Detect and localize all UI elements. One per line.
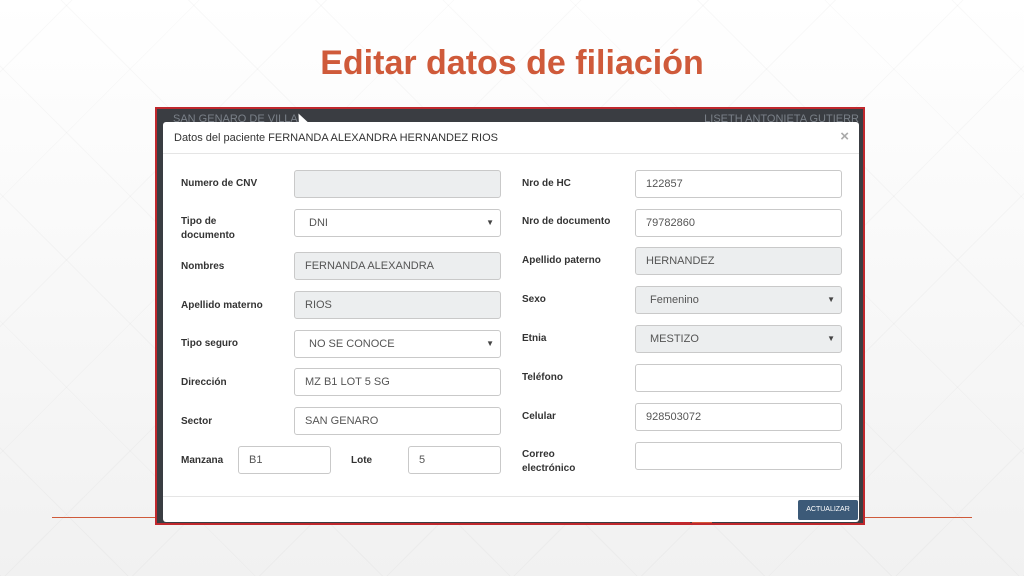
sexo-select[interactable]: Femenino ▼ [635,286,842,314]
chevron-down-icon: ▼ [486,218,494,227]
apellido-materno-label: Apellido materno [181,300,263,311]
screenshot-frame: SAN GENARO DE VILLA LISETH ANTONIETA GUT… [155,107,865,525]
nombres-field[interactable]: FERNANDA ALEXANDRA [294,252,501,280]
direccion-field[interactable]: MZ B1 LOT 5 SG [294,368,501,396]
manzana-label: Manzana [181,455,224,466]
numero-cnv-label: Numero de CNV [181,178,258,189]
etnia-value: MESTIZO [650,333,699,345]
chevron-down-icon: ▼ [486,339,494,348]
modal-footer-divider [163,496,859,497]
manzana-field[interactable]: B1 [238,446,331,474]
tipo-seguro-value: NO SE CONOCE [309,338,395,350]
celular-field[interactable]: 928503072 [635,403,842,431]
tipo-documento-label: Tipo de documento [181,215,235,243]
nro-documento-label: Nro de documento [522,216,611,227]
chevron-down-icon: ▼ [827,295,835,304]
slide-title: Editar datos de filiación [320,44,704,82]
correo-label-line2: electrónico [522,463,576,474]
chevron-down-icon: ▼ [827,334,835,343]
celular-label: Celular [522,411,556,422]
sexo-value: Femenino [650,294,699,306]
sector-label: Sector [181,416,213,427]
lote-label: Lote [351,455,373,466]
apellido-paterno-field[interactable]: HERNANDEZ [635,247,842,275]
modal-title: Datos del paciente FERNANDA ALEXANDRA HE… [174,132,499,144]
close-icon[interactable]: × [840,128,849,145]
modal-header: Datos del paciente FERNANDA ALEXANDRA HE… [163,122,859,154]
tipo-seguro-label: Tipo seguro [181,338,239,349]
sector-field[interactable]: SAN GENARO [294,407,501,435]
nombres-label: Nombres [181,261,225,272]
apellido-materno-field[interactable]: RIOS [294,291,501,319]
lote-field[interactable]: 5 [408,446,501,474]
correo-label-line1: Correo [522,449,555,460]
tipo-documento-label-line2: documento [181,230,235,241]
nro-hc-label: Nro de HC [522,178,571,189]
nro-documento-field[interactable]: 79782860 [635,209,842,237]
tipo-documento-value: DNI [309,217,328,229]
correo-field[interactable] [635,442,842,470]
nro-hc-field[interactable]: 122857 [635,170,842,198]
correo-label: Correo electrónico [522,448,575,476]
update-button[interactable]: ACTUALIZAR [798,500,858,520]
edit-patient-modal: Datos del paciente FERNANDA ALEXANDRA HE… [163,122,859,522]
tipo-documento-label-line1: Tipo de [181,216,217,227]
tipo-documento-select[interactable]: DNI ▼ [294,209,501,237]
telefono-field[interactable] [635,364,842,392]
etnia-select[interactable]: MESTIZO ▼ [635,325,842,353]
sexo-label: Sexo [522,294,546,305]
direccion-label: Dirección [181,377,227,388]
tipo-seguro-select[interactable]: NO SE CONOCE ▼ [294,330,501,358]
apellido-paterno-label: Apellido paterno [522,255,601,266]
telefono-label: Teléfono [522,372,563,383]
numero-cnv-field[interactable] [294,170,501,198]
etnia-label: Etnia [522,333,547,344]
